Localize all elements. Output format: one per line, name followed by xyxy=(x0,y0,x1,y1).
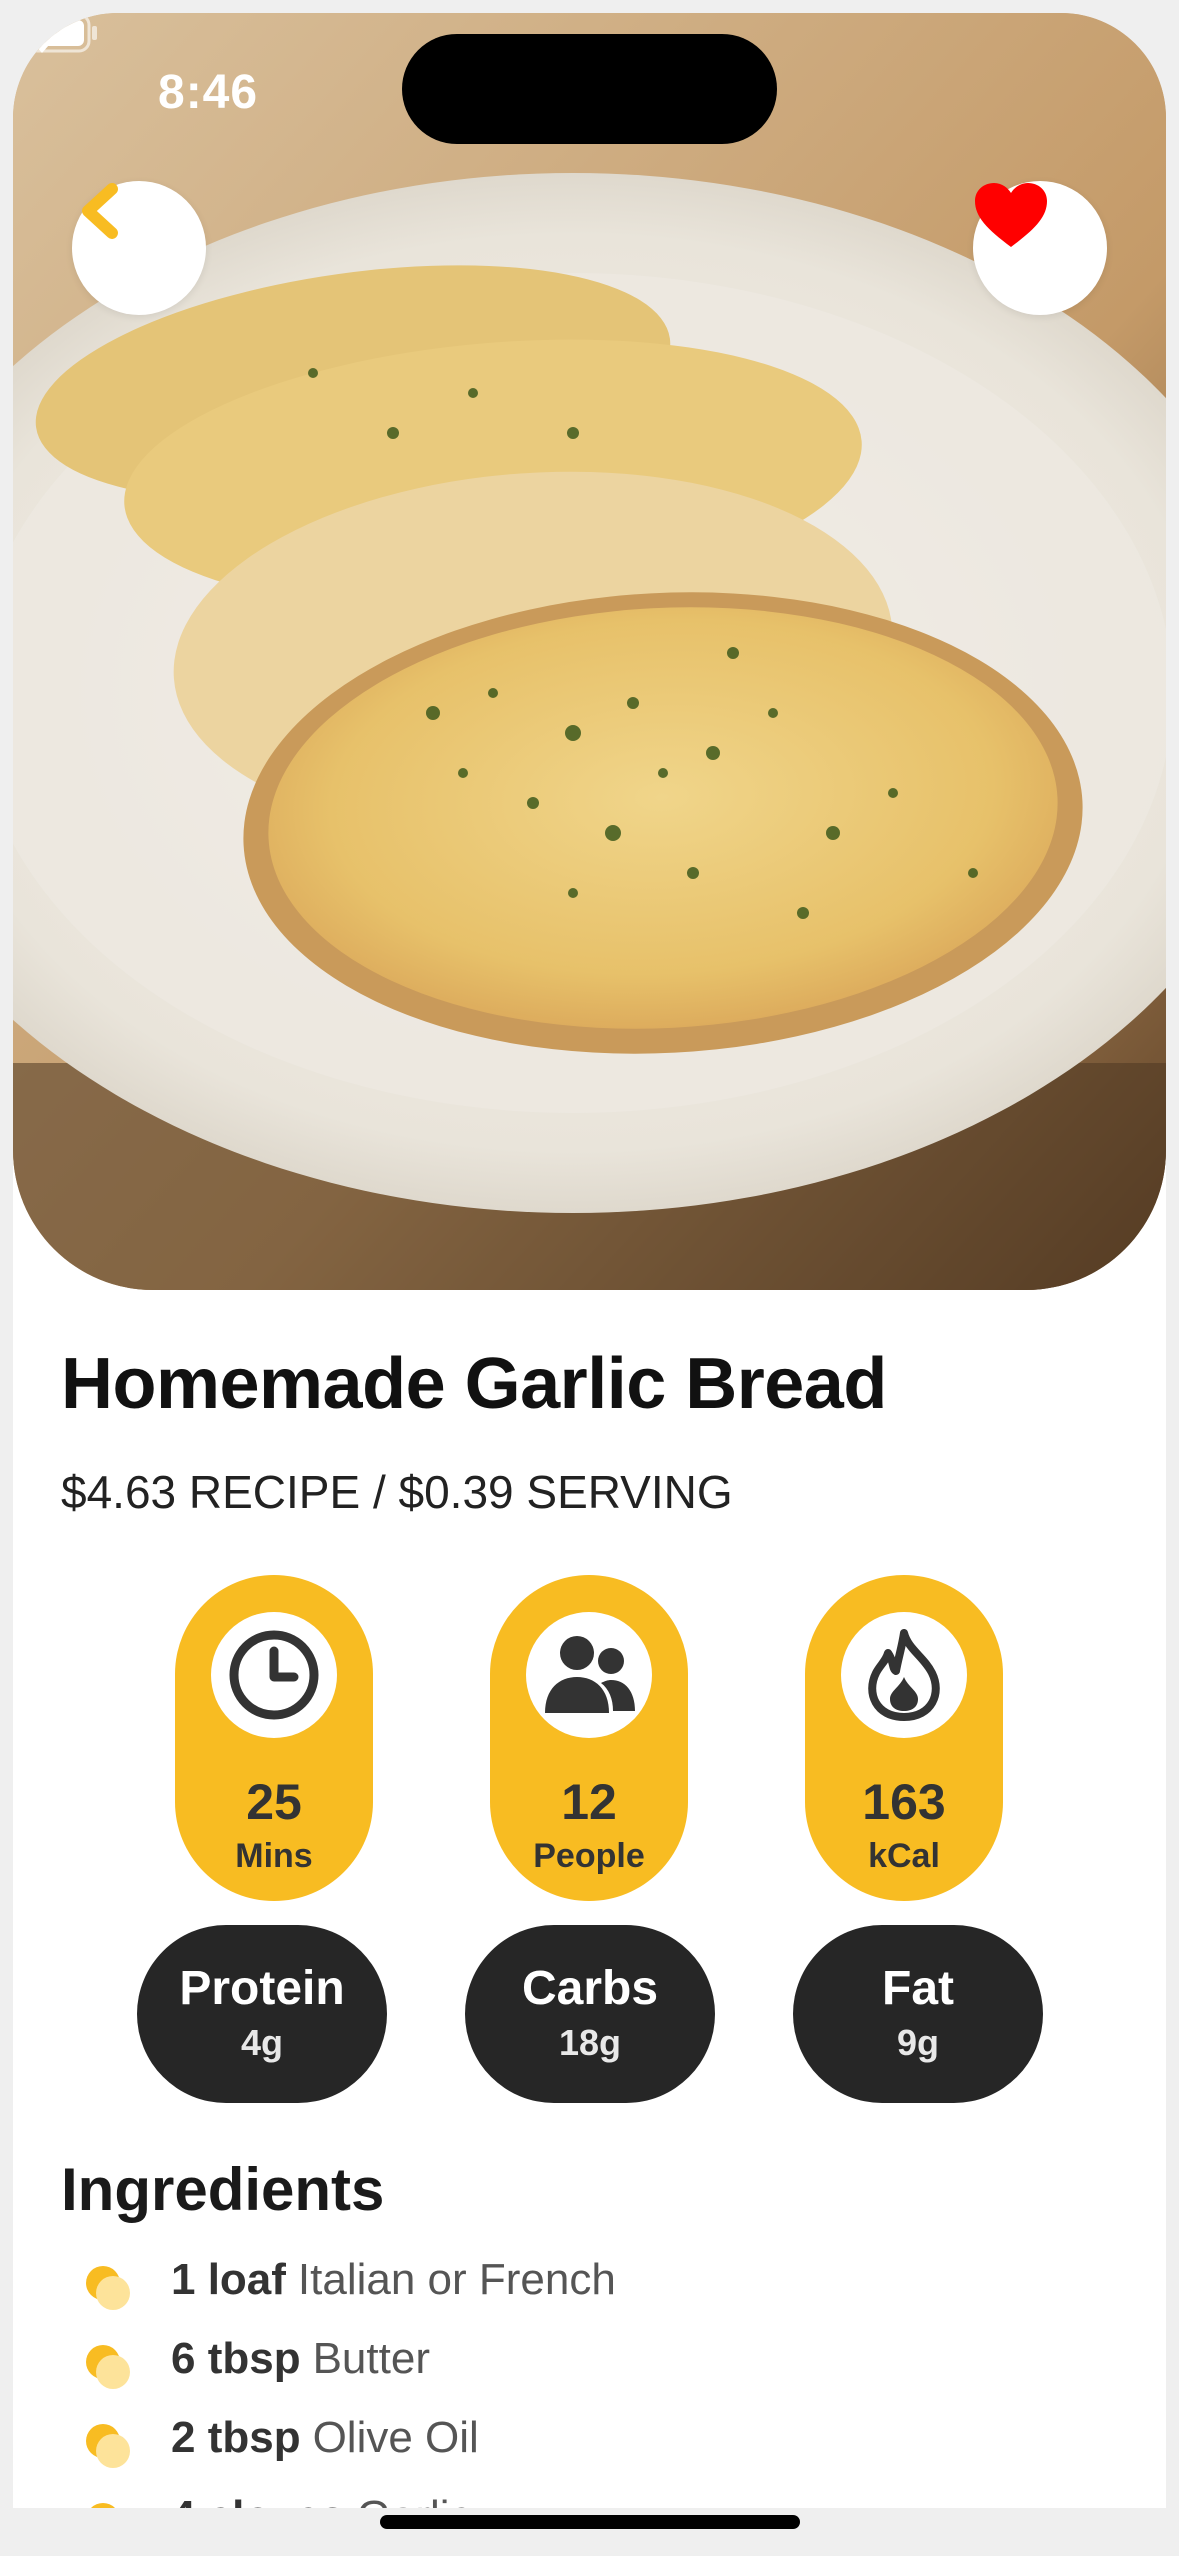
stat-unit: People xyxy=(533,1837,645,1875)
clock-icon xyxy=(229,1630,319,1720)
recipe-price: $4.63 RECIPE / $0.39 SERVING xyxy=(61,1466,733,1518)
ingredient-name: Olive Oil xyxy=(312,2413,479,2462)
recipe-photo: 8:46 xyxy=(13,13,1166,1290)
macro-value: 4g xyxy=(240,2022,283,2063)
heart-icon xyxy=(975,183,1047,247)
stat-time: 25 Mins xyxy=(175,1575,373,1901)
stat-unit: Mins xyxy=(235,1837,313,1875)
ingredient-item: 1 loaf Italian or French xyxy=(13,2249,1113,2319)
stat-value: 25 xyxy=(246,1774,302,1830)
macro-label: Fat xyxy=(882,1962,954,2015)
ingredient-qty: 2 tbsp xyxy=(171,2413,301,2462)
recipe-screen: 8:46 Homemade Garlic Bread $4.63 RECIPE … xyxy=(13,13,1166,2543)
flame-icon xyxy=(868,1629,940,1721)
people-icon xyxy=(545,1636,635,1713)
macro-carbs: Carbs 18g xyxy=(465,1925,715,2103)
macro-fat: Fat 9g xyxy=(793,1925,1043,2103)
battery-icon xyxy=(13,13,97,53)
bullet-icon xyxy=(86,2345,130,2389)
ingredient-item: 6 tbsp Butter xyxy=(13,2328,1113,2398)
favorite-button[interactable] xyxy=(973,181,1107,315)
macro-label: Carbs xyxy=(521,1962,659,2015)
ingredient-item: 2 tbsp Olive Oil xyxy=(13,2407,1113,2477)
ingredient-name: Butter xyxy=(312,2334,430,2383)
macro-protein: Protein 4g xyxy=(137,1925,387,2103)
chevron-left-icon xyxy=(82,183,118,239)
macro-value: 18g xyxy=(558,2022,622,2063)
macro-value: 9g xyxy=(896,2022,939,2063)
macro-label: Protein xyxy=(179,1962,345,2015)
stat-unit: kCal xyxy=(868,1837,940,1875)
bullet-icon xyxy=(86,2424,130,2468)
stat-value: 12 xyxy=(561,1774,617,1830)
home-indicator[interactable] xyxy=(380,2515,800,2529)
dynamic-island xyxy=(402,34,777,144)
ingredient-qty: 6 tbsp xyxy=(171,2334,301,2383)
back-button[interactable] xyxy=(72,181,206,315)
ingredients-heading: Ingredients xyxy=(61,2156,385,2223)
stat-servings: 12 People xyxy=(490,1575,688,1901)
status-time: 8:46 xyxy=(158,66,259,119)
bullet-icon xyxy=(86,2266,130,2310)
ingredient-qty: 1 loaf xyxy=(171,2255,286,2304)
stat-value: 163 xyxy=(862,1774,946,1830)
stat-calories: 163 kCal xyxy=(805,1575,1003,1901)
recipe-title: Homemade Garlic Bread xyxy=(61,1344,887,1424)
ingredient-name: Italian or French xyxy=(297,2255,616,2304)
